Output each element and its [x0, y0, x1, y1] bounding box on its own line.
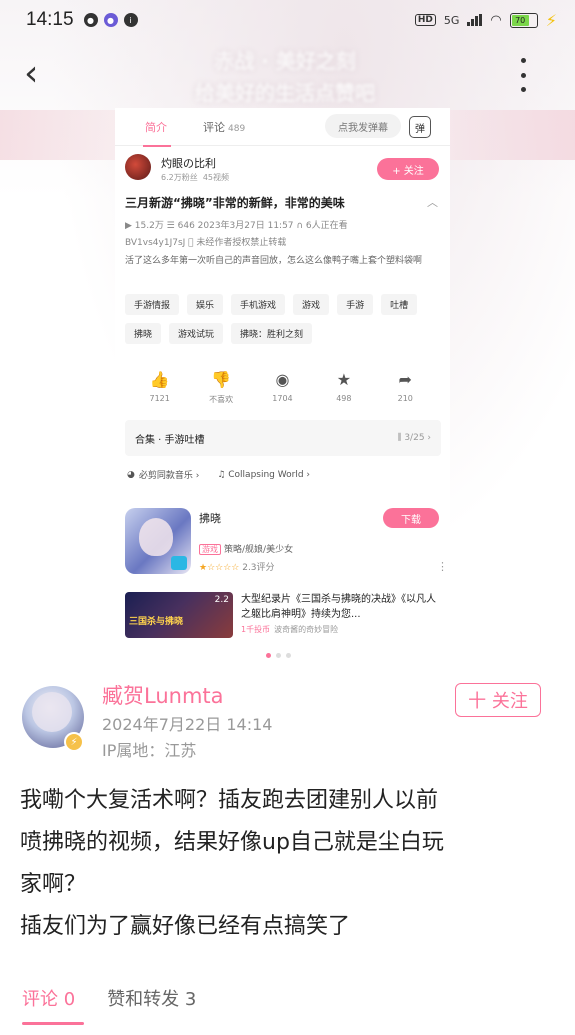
- more-vertical-icon[interactable]: [516, 58, 530, 92]
- game-name: 拂晓: [199, 512, 221, 525]
- game-app-icon: [125, 508, 191, 574]
- carousel-dot[interactable]: [276, 653, 281, 658]
- tab-intro: 简介: [143, 120, 171, 147]
- video-tags: 手游情报 娱乐 手机游戏 游戏 手游 吐槽 拂晓 游戏试玩 拂晓：胜利之刻: [125, 294, 445, 344]
- dislike-action: 👎 不喜欢: [196, 370, 246, 405]
- share-icon: ➦: [398, 370, 412, 389]
- video-meta: ▶ 15.2万 ☰ 646 2023年3月27日 11:57 ∩ 6人正在看: [125, 221, 348, 231]
- uploader-name: 灼眼の比利: [161, 157, 216, 170]
- recommended-thumbnail: 三国杀与拂晓 2.2: [125, 592, 233, 638]
- game-rating: ★☆☆☆☆ 2.3评分: [199, 563, 275, 573]
- recommended-video: 三国杀与拂晓 2.2 大型纪录片《三国杀与拂晓的决战》《以凡人之躯比肩神明》持续…: [125, 592, 443, 638]
- tag: 拂晓：胜利之刻: [231, 323, 313, 344]
- blurred-banner-title: 赤战 · 美好之刻 给美好的生活点赞吧: [195, 49, 375, 105]
- tag: 吐槽: [381, 294, 418, 315]
- favorite-action: ★ 498: [319, 370, 369, 405]
- video-description: 活了这么多年第一次听自己的声音回放，怎么这么像鸭子嘴上套个塑料袋啊: [125, 256, 423, 266]
- battery-icon: 70: [509, 12, 538, 28]
- tag: 手游情报: [125, 294, 180, 315]
- tag: 手游: [337, 294, 374, 315]
- hd-icon: HD: [414, 14, 436, 26]
- recommended-title: 大型纪录片《三国杀与拂晓的决战》《以凡人之躯比肩神明》持续为您...: [241, 594, 436, 620]
- danmaku-input: 点我发弹幕: [325, 114, 401, 138]
- wifi-icon: ◠: [490, 12, 502, 28]
- post-line: 插友们为了赢好像已经有点搞笑了: [20, 914, 351, 939]
- tab-comments: 评论 489: [203, 120, 246, 134]
- music-item: ◕ 必剪同款音乐 ›: [127, 469, 200, 482]
- video-tabs: 简介 评论 489 点我发弹幕 弹: [115, 108, 450, 147]
- like-action: 👍 7121: [135, 370, 185, 405]
- status-bar: 14:15 ● ● i HD 5G ◠ 70 ⚡: [0, 0, 575, 40]
- carousel-dot[interactable]: [266, 653, 271, 658]
- post-time: 2024年7月22日 14:14: [102, 715, 273, 734]
- share-action: ➦ 210: [380, 370, 430, 405]
- music-row: ◕ 必剪同款音乐 › ♫ Collapsing World ›: [127, 468, 310, 482]
- tag: 游戏试玩: [169, 323, 224, 344]
- game-card: 拂晓 下载 游戏 策略/舰娘/美少女 ★☆☆☆☆ 2.3评分 ⋮: [125, 506, 448, 578]
- video-title: 三月新游“拂晓”非常的新鲜，非常的美味: [125, 196, 345, 210]
- status-time: 14:15: [26, 9, 74, 30]
- post-body: 我嘞个大复活术啊？插友跑去团建别人以前 喷拂晓的视频，结果好像up自己就是尘白玩…: [20, 780, 560, 948]
- game-category: 游戏 策略/舰娘/美少女: [199, 542, 293, 555]
- collection-index: ⫼ 3/25 ›: [397, 433, 431, 443]
- tag: 娱乐: [187, 294, 224, 315]
- uploader-follow-button: + 关注: [377, 158, 439, 180]
- collection-label: 合集 · 手游吐槽: [135, 434, 205, 446]
- uploader-avatar: [125, 154, 151, 180]
- tag: 拂晓: [125, 323, 162, 344]
- tab-likes-reposts[interactable]: 赞和转发 3: [107, 985, 196, 1011]
- tab-comments[interactable]: 评论 0: [22, 985, 85, 1025]
- back-icon[interactable]: ‹: [24, 56, 54, 92]
- post-line: 家啊？: [20, 872, 87, 897]
- carousel-indicator: [266, 653, 291, 658]
- chevron-up-icon: ︿: [427, 196, 438, 209]
- network-label: 5G: [443, 13, 460, 27]
- star-icon: ★: [336, 370, 352, 389]
- coin-icon: ◉: [275, 370, 290, 389]
- recommended-sub: 1千投币 波奇酱的奇妙冒险: [241, 625, 339, 634]
- more-icon: ⋮: [437, 560, 448, 573]
- signal-icon: [467, 14, 483, 26]
- chat-icon: ●: [83, 13, 98, 27]
- tag: 手机游戏: [231, 294, 286, 315]
- follow-button[interactable]: 十 关注: [455, 683, 541, 717]
- app-notification-icon: ●: [103, 13, 118, 27]
- post-line: 我嘞个大复活术啊？插友跑去团建别人以前: [20, 788, 439, 813]
- thumbs-down-icon: 👎: [211, 370, 232, 389]
- thumbs-up-icon: 👍: [149, 370, 170, 389]
- rating-stars-icon: ★☆☆☆☆: [199, 563, 240, 573]
- status-right: HD 5G ◠ 70 ⚡: [414, 10, 557, 30]
- music-item: ♫ Collapsing World ›: [217, 469, 310, 480]
- shared-video-screenshot[interactable]: 简介 评论 489 点我发弹幕 弹 灼眼の比利 6.2万粉丝 45视频 + 关注 …: [115, 108, 450, 638]
- uploader-row: 灼眼の比利 6.2万粉丝 45视频 + 关注: [115, 146, 450, 192]
- collection-bar: 合集 · 手游吐槽 ⫼ 3/25 ›: [125, 420, 441, 456]
- uploader-stats: 6.2万粉丝 45视频: [161, 173, 230, 182]
- info-icon: i: [123, 13, 138, 27]
- music-icon: ◕: [127, 469, 135, 480]
- video-actions: 👍 7121 👎 不喜欢 ◉ 1704 ★ 498 ➦ 210: [115, 370, 450, 405]
- post-ip-location: IP属地：江苏: [102, 741, 197, 760]
- game-download-button: 下载: [383, 508, 439, 528]
- carousel-dot[interactable]: [286, 653, 291, 658]
- post-line: 喷拂晓的视频，结果好像up自己就是尘白玩: [20, 830, 444, 855]
- tag: 游戏: [293, 294, 330, 315]
- verified-badge-icon: ⚡: [64, 732, 84, 752]
- notification-icons: ● ● i: [83, 13, 138, 27]
- author-name[interactable]: 臧贺Lunmta: [102, 680, 224, 710]
- post-tabs: 评论 0 赞和转发 3: [22, 985, 196, 1025]
- danmaku-icon: 弹: [409, 116, 431, 138]
- charging-icon: ⚡: [545, 10, 557, 30]
- coin-action: ◉ 1704: [257, 370, 307, 405]
- video-id: BV1vs4y1J7sJ ⃠ 未经作者授权禁止转载: [125, 238, 287, 248]
